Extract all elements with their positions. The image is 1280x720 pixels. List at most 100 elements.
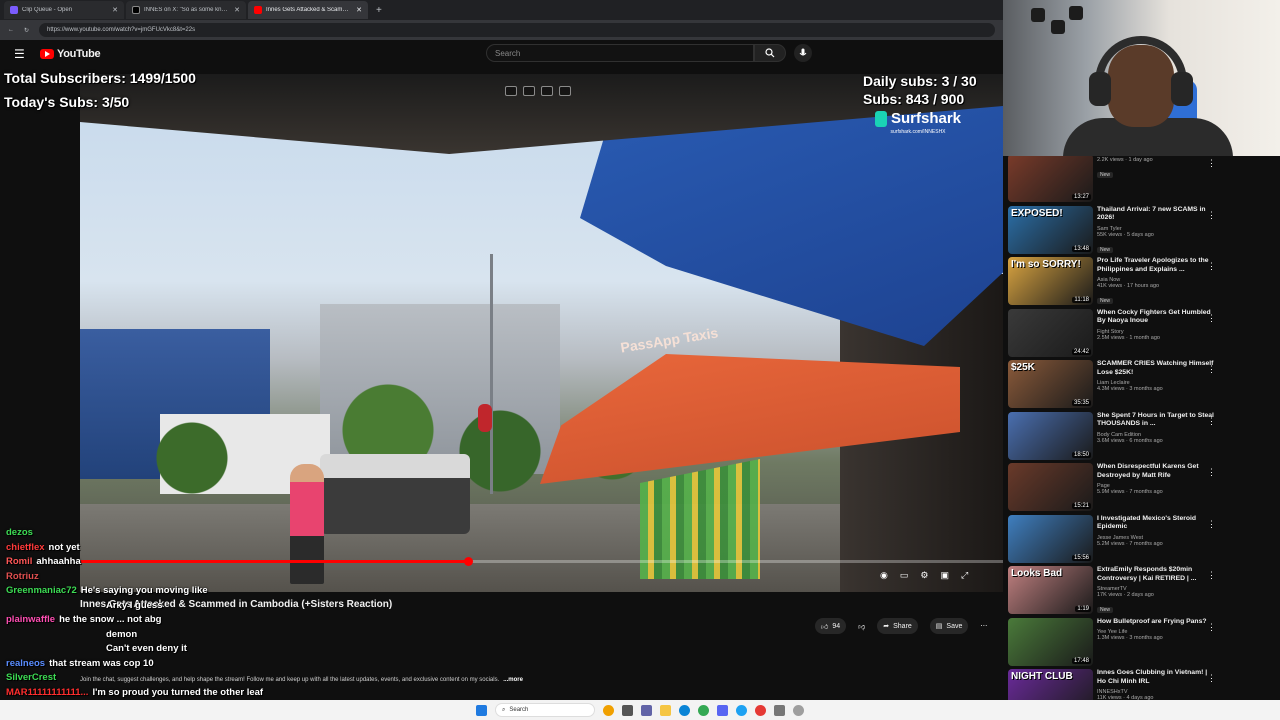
video-duration: 1:19 [1075,606,1091,612]
recommended-video[interactable]: 13:27 2.2K views · 1 day ago New ⋮ [1008,156,1223,204]
video-thumbnail[interactable]: Looks Bad 1:19 [1008,566,1093,614]
like-button[interactable]: 👍︎ 94 [815,618,847,634]
back-icon[interactable]: ← [8,27,14,33]
video-stats: 5.2M views · 7 months ago [1097,540,1163,547]
search-button[interactable] [754,44,786,62]
task-view-icon[interactable] [622,704,633,716]
reload-icon[interactable]: ↻ [24,27,29,34]
browser-tab[interactable]: INNES on X: "So as some know a... ✕ [126,1,246,19]
recommended-video[interactable]: 18:50 She Spent 7 Hours in Target to Stea… [1008,411,1223,462]
edge-browser-icon[interactable] [679,704,690,716]
video-thumbnail[interactable]: 13:27 [1008,156,1093,202]
search-input[interactable]: Search [486,44,754,62]
recommended-video[interactable]: NIGHT CLUB11:38Innes Goes Clubbing in Vi… [1008,669,1223,700]
autoplay-toggle-icon[interactable]: ◉ [880,570,888,581]
more-options-icon[interactable]: ⋮ [1207,622,1216,633]
more-options-icon[interactable]: ⋮ [1207,364,1216,375]
recommended-video[interactable]: 15:56 I Investigated Mexico's Steroid Epi… [1008,514,1223,565]
captions-icon[interactable]: ▭ [900,570,909,581]
app-icon[interactable] [755,704,766,716]
miniplayer-icon[interactable]: ▣ [940,570,949,581]
menu-icon[interactable]: ☰ [14,47,28,61]
recommended-video[interactable]: EXPOSED! 13:48 Thailand Arrival: 7 new SCA… [1008,205,1223,256]
sponsor-url: surfshark.com/INNESHX [890,129,946,135]
discord-icon[interactable] [717,704,728,716]
recommended-title[interactable]: I Investigated Mexico's Steroid Epidemic [1097,515,1217,532]
taskbar-search[interactable]: ⌕ Search [495,703,595,717]
overlay-icon[interactable] [559,86,571,96]
recommended-video[interactable]: I'm so SORRY! 11:18 Pro Life Traveler Apol… [1008,257,1223,307]
more-options-icon[interactable]: ⋮ [1207,313,1216,324]
close-icon[interactable]: ✕ [234,6,240,14]
app-icon[interactable] [793,704,804,716]
youtube-header: ☰ YouTube Search [6,40,1003,68]
more-options-icon[interactable]: ⋮ [1207,570,1216,581]
recommended-title[interactable]: Thailand Arrival: 7 new SCAMS in 2026! [1097,206,1217,223]
fullscreen-icon[interactable]: ⤢ [961,570,968,581]
app-icon[interactable] [774,704,785,716]
video-thumbnail[interactable]: 15:56 [1008,514,1093,563]
recommended-title[interactable]: ExtraEmily Responds $20min Controversy |… [1097,566,1217,583]
overlay-icon[interactable] [541,86,553,96]
video-thumbnail[interactable]: $25K 35:35 [1008,360,1093,408]
recommended-title[interactable]: SCAMMER CRIES Watching Himself Lose $25K… [1097,360,1217,377]
voice-search-button[interactable] [794,44,812,62]
dislike-icon[interactable]: 👎︎ [858,622,865,631]
more-options-icon[interactable]: ⋮ [1207,261,1216,272]
settings-icon[interactable]: ⚙ [920,570,928,581]
video-duration: 13:27 [1071,194,1091,200]
video-thumbnail[interactable]: 15:21 [1008,463,1093,511]
save-button[interactable]: ▤ Save [929,618,969,634]
video-thumbnail[interactable]: EXPOSED! 13:48 [1008,205,1093,254]
recommended-title[interactable]: When Cocky Fighters Get Humbled By Naoya… [1097,309,1217,326]
recommended-video[interactable]: $25K 35:35 SCAMMER CRIES Watching Himself … [1008,360,1223,410]
video-meta: ExtraEmily Responds $20min Controversy |… [1097,566,1217,616]
recommended-video[interactable]: 17:48 How Bulletproof are Frying Pans? Yee… [1008,617,1223,668]
video-duration: 17:48 [1071,657,1091,664]
chat-app-icon[interactable] [641,704,652,716]
more-options-icon[interactable]: ⋮ [1207,467,1216,478]
recommended-title[interactable]: Innes Goes Clubbing in Vietnam! | Ho Chi… [1097,669,1217,686]
video-stats: 5.9M views · 7 months ago [1097,489,1163,495]
tab-favicon-icon [10,6,18,14]
progress-scrubber[interactable] [463,557,473,566]
video-thumbnail[interactable]: 17:48 [1008,617,1093,666]
recommended-video[interactable]: 15:21 When Disrespectful Karens Get Destr… [1008,463,1223,513]
close-icon[interactable]: ✕ [356,6,362,14]
app-icon[interactable] [736,704,747,716]
save-label: Save [946,622,963,630]
video-thumbnail[interactable]: 18:50 [1008,411,1093,460]
recommended-title[interactable]: When Disrespectful Karens Get Destroyed … [1097,463,1217,480]
widget-icon[interactable] [603,704,614,716]
more-options-icon[interactable]: ⋯ [980,622,987,630]
windows-start-icon[interactable] [476,704,487,716]
more-options-icon[interactable]: ⋮ [1207,519,1216,530]
browser-tab[interactable]: Clip Queue - Open ✕ [4,1,124,19]
video-thumbnail[interactable]: NIGHT CLUB11:38 [1008,669,1093,700]
more-options-icon[interactable]: ⋮ [1207,416,1216,427]
recommended-title[interactable]: She Spent 7 Hours in Target to Steal THO… [1097,412,1217,429]
recommended-title[interactable]: How Bulletproof are Frying Pans? [1097,618,1217,627]
youtube-logo[interactable]: YouTube [40,48,101,60]
new-tab-icon[interactable]: + [370,5,388,16]
close-icon[interactable]: ✕ [112,6,118,14]
video-thumbnail[interactable]: I'm so SORRY! 11:18 [1008,257,1093,305]
description-more[interactable]: ...more [503,677,523,683]
recommended-video[interactable]: Looks Bad 1:19 ExtraEmily Responds $20min … [1008,566,1223,616]
more-options-icon[interactable]: ⋮ [1207,158,1216,169]
recommended-video[interactable]: 24:42 When Cocky Fighters Get Humbled By … [1008,308,1223,359]
recommended-title[interactable]: Pro Life Traveler Apologizes to the Phil… [1097,257,1217,274]
share-button[interactable]: ➦ Share [877,618,918,634]
chrome-browser-icon[interactable] [698,704,709,716]
video-meta: When Cocky Fighters Get Humbled By Naoya… [1097,309,1217,359]
chat-message: Arky I guess [6,599,306,614]
video-thumbnail[interactable]: 24:42 [1008,308,1093,357]
url-field[interactable]: https://www.youtube.com/watch?v=jmGFUcVk… [39,23,995,37]
video-player[interactable]: PassApp Taxis Surfshark surfshark.com/IN… [80,74,1003,592]
overlay-icon[interactable] [523,86,535,96]
more-options-icon[interactable]: ⋮ [1207,673,1216,684]
overlay-icon[interactable] [505,86,517,96]
more-options-icon[interactable]: ⋮ [1207,210,1216,221]
browser-tab-active[interactable]: Innes Gets Attacked & Scamm... ✕ [248,1,368,19]
file-explorer-icon[interactable] [660,704,671,716]
